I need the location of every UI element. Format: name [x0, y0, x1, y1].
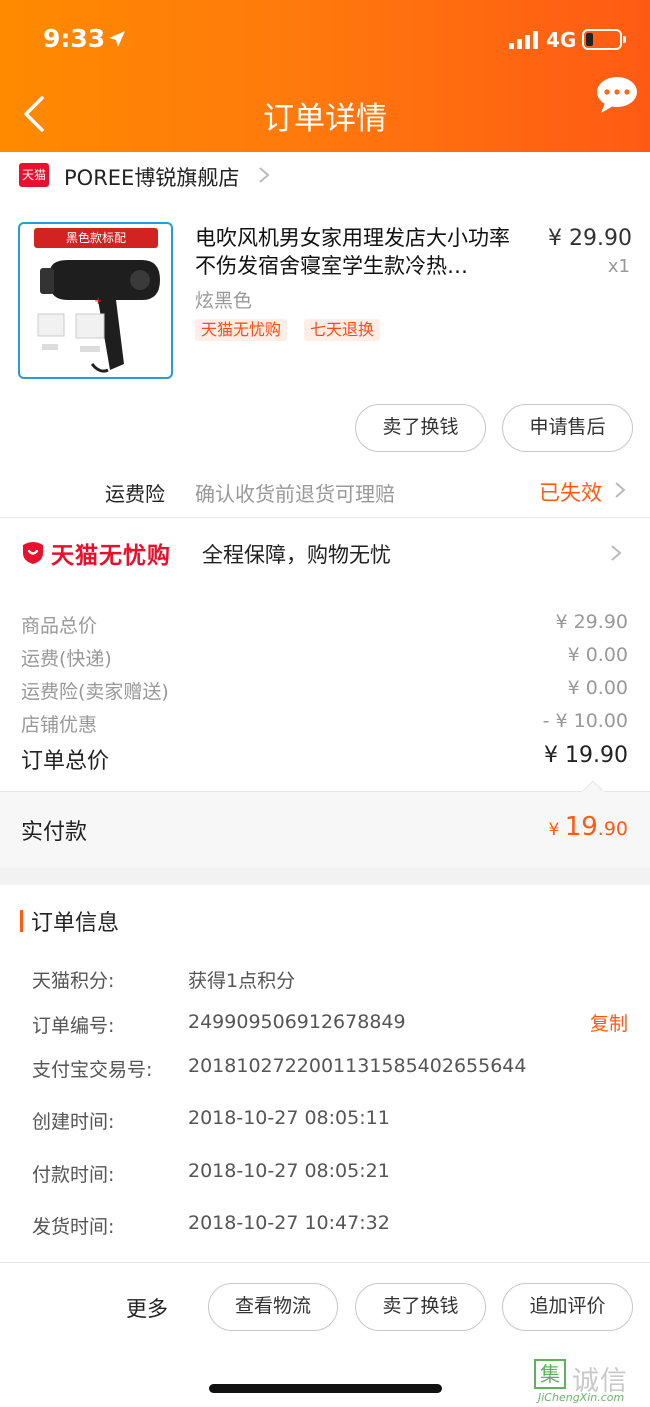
service-tag-seven-day-return: 七天退换 — [304, 319, 381, 341]
apply-after-sales-button[interactable]: 申请售后 — [502, 404, 633, 452]
price-label: 运费(快递) — [21, 648, 112, 670]
caret-up-icon — [582, 780, 604, 792]
info-row-shipped-time: 发货时间: 2018-10-27 10:47:32 — [0, 1212, 650, 1242]
shipping-insurance-status: 已失效 — [539, 481, 602, 505]
order-total-row: 订单总价 ¥ 19.90 — [0, 743, 650, 774]
hair-dryer-icon: + — [37, 260, 160, 373]
info-value: 2018-10-27 08:05:11 — [188, 1107, 390, 1129]
service-tag-worry-free: 天猫无忧购 — [195, 319, 288, 341]
info-row-order-number: 订单编号: 249909506912678849 复制 — [0, 1011, 650, 1041]
store-name: POREE博锐旗舰店 — [64, 166, 240, 190]
price-label: 店铺优惠 — [21, 714, 98, 736]
product-quantity: x1 — [607, 256, 630, 277]
info-label: 天猫积分: — [32, 970, 115, 992]
home-indicator[interactable] — [209, 1384, 442, 1393]
info-value: 2018-10-27 10:47:32 — [188, 1212, 390, 1234]
shield-icon — [23, 542, 43, 564]
guarantee-brand: 天猫无忧购 — [51, 543, 171, 569]
price-row-shipping-insurance: 运费险(卖家赠送) ¥ 0.00 — [0, 677, 650, 707]
price-label: 商品总价 — [21, 615, 98, 637]
chevron-right-icon — [259, 167, 270, 183]
order-total-value: ¥ 19.90 — [544, 743, 628, 768]
status-time: 9:33 — [43, 24, 106, 53]
order-info-title: 订单信息 — [31, 911, 120, 936]
section-accent-bar — [20, 910, 23, 932]
actual-payment-amount: ¥ 19.90 — [548, 812, 628, 842]
info-label: 支付宝交易号: — [32, 1059, 153, 1081]
shipping-insurance-row[interactable]: 运费险 确认收货前退货可理赔 已失效 — [0, 468, 650, 514]
shipping-insurance-desc: 确认收货前退货可理赔 — [195, 482, 395, 506]
order-total-label: 订单总价 — [21, 749, 110, 774]
watermark-url: JiChengXin.com — [538, 1391, 625, 1404]
watermark-mark: 集 — [534, 1359, 566, 1389]
guarantee-row[interactable]: 天猫无忧购 全程保障，购物无忧 — [0, 520, 650, 586]
shipping-insurance-label: 运费险 — [105, 482, 165, 506]
view-logistics-button[interactable]: 查看物流 — [208, 1283, 338, 1331]
info-label: 订单编号: — [32, 1015, 115, 1037]
product-image[interactable]: 黑色款标配 + — [18, 222, 173, 379]
price-value: ¥ 29.90 — [555, 611, 628, 633]
info-row-paid-time: 付款时间: 2018-10-27 08:05:21 — [0, 1160, 650, 1190]
header: 9:33 4G 订单详情 — [0, 0, 650, 152]
price-value: ¥ 0.00 — [567, 677, 628, 699]
info-row-created-time: 创建时间: 2018-10-27 08:05:11 — [0, 1107, 650, 1137]
add-review-button[interactable]: 追加评价 — [502, 1283, 633, 1331]
actual-payment-box: 实付款 ¥ 19.90 — [0, 780, 650, 867]
copy-order-number-button[interactable]: 复制 — [590, 1009, 628, 1036]
chevron-right-icon — [611, 545, 622, 561]
info-row-points: 天猫积分: 获得1点积分 — [0, 966, 650, 996]
guarantee-text: 全程保障，购物无忧 — [202, 543, 391, 567]
message-button[interactable] — [595, 75, 639, 119]
amount-integer: 19 — [564, 812, 598, 842]
info-label: 创建时间: — [32, 1111, 115, 1133]
amount-decimal: .90 — [597, 818, 628, 840]
price-row-goods-total: 商品总价 ¥ 29.90 — [0, 611, 650, 641]
info-value: 获得1点积分 — [188, 970, 296, 992]
section-gap — [0, 867, 650, 885]
divider — [0, 1262, 650, 1263]
network-type: 4G — [546, 28, 577, 52]
price-row-store-discount: 店铺优惠 - ¥ 10.00 — [0, 710, 650, 740]
battery-icon — [582, 29, 626, 50]
sell-for-cash-bottom-button[interactable]: 卖了换钱 — [355, 1283, 486, 1331]
more-button[interactable]: 更多 — [126, 1293, 168, 1323]
price-row-shipping: 运费(快递) ¥ 0.00 — [0, 644, 650, 674]
svg-text:+: + — [94, 296, 102, 307]
info-label: 付款时间: — [32, 1164, 115, 1186]
signal-icon — [509, 31, 539, 49]
info-value: 2018-10-27 08:05:21 — [188, 1160, 390, 1182]
actual-payment-label: 实付款 — [21, 820, 88, 845]
price-value: ¥ 0.00 — [567, 644, 628, 666]
store-row[interactable]: 天猫 POREE博锐旗舰店 — [0, 152, 650, 198]
sell-for-cash-button[interactable]: 卖了换钱 — [355, 404, 486, 452]
product-price: ¥ 29.90 — [548, 226, 632, 251]
info-row-alipay-trade-no: 支付宝交易号: 2018102722001131585402655644 — [0, 1055, 650, 1085]
divider — [0, 517, 650, 518]
location-arrow-icon — [109, 31, 125, 47]
currency-symbol: ¥ — [548, 820, 565, 840]
price-value: - ¥ 10.00 — [542, 710, 628, 732]
chevron-right-icon — [615, 482, 626, 498]
chat-bubble-icon — [597, 77, 637, 113]
info-label: 发货时间: — [32, 1216, 115, 1238]
tmall-logo: 天猫 — [19, 163, 49, 187]
page-title: 订单详情 — [263, 101, 387, 137]
product-title[interactable]: 电吹风机男女家用理发店大小功率不伤发宿舍寝室学生款冷热… — [195, 224, 525, 280]
watermark-logo: 集 诚信 JiChengXin.com — [532, 1357, 642, 1404]
info-value[interactable]: 2018102722001131585402655644 — [188, 1055, 526, 1077]
price-label: 运费险(卖家赠送) — [21, 681, 169, 703]
info-value[interactable]: 249909506912678849 — [188, 1011, 406, 1033]
product-variant: 炫黑色 — [195, 290, 253, 312]
